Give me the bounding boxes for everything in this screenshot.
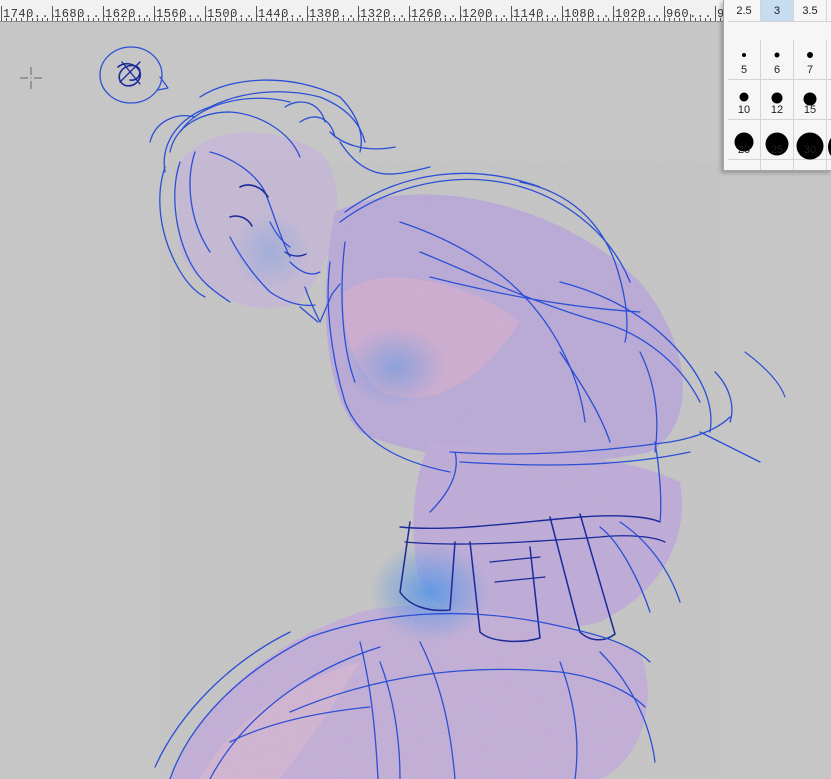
ruler-label: 1140... — [513, 7, 567, 21]
brush-size-option[interactable] — [761, 160, 794, 170]
brush-size-option[interactable]: 30 — [794, 120, 827, 160]
ruler-major-tick — [715, 6, 716, 21]
brush-size-option[interactable]: 12 — [761, 80, 794, 120]
ruler-label: 1260... — [411, 7, 465, 21]
ruler-label: 1080... — [564, 7, 618, 21]
brush-size-label: 25 — [770, 144, 784, 156]
ruler-major-tick — [562, 6, 563, 21]
brush-size-label: 6 — [773, 64, 781, 76]
ruler-major-tick — [307, 6, 308, 21]
ruler-major-tick — [664, 6, 665, 21]
brush-size-option[interactable] — [728, 160, 761, 170]
ruler-label: 1560... — [156, 7, 210, 21]
ruler-label: 1320... — [360, 7, 414, 21]
ruler-label: 1740... — [3, 7, 57, 21]
brush-size-option[interactable] — [827, 160, 831, 170]
brush-size-label: 30 — [803, 144, 817, 156]
brush-dot-icon — [742, 53, 746, 57]
brush-size-option[interactable] — [827, 80, 831, 120]
thought-bubble — [99, 46, 163, 104]
ruler-label: 1200... — [462, 7, 516, 21]
brush-size-option[interactable]: 20 — [728, 120, 761, 160]
brush-size-option[interactable]: 2.5 — [728, 0, 761, 22]
brush-size-label: 10 — [737, 104, 751, 116]
brush-size-label: 5 — [740, 64, 748, 76]
brush-size-label: 3 — [773, 5, 781, 17]
brush-size-label: 20 — [737, 144, 751, 156]
brush-size-label: 7 — [806, 64, 814, 76]
ruler-label: 1680... — [54, 7, 108, 21]
ruler-label: 1020... — [615, 7, 669, 21]
brush-size-option[interactable]: 15 — [794, 80, 827, 120]
grain-texture — [160, 162, 720, 779]
brush-dot-icon — [739, 92, 749, 101]
ruler-label: 1500... — [207, 7, 261, 21]
brush-size-label: 3.5 — [802, 5, 818, 17]
horizontal-ruler: 1740... 1680... 1620... 1560... 1500... 1440.… — [0, 0, 831, 22]
brush-size-option[interactable]: 25 — [761, 120, 794, 160]
brush-size-option[interactable]: 3 — [761, 0, 794, 22]
ruler-major-tick — [205, 6, 206, 21]
brush-dot-icon — [771, 92, 783, 103]
brush-size-option[interactable]: 10 — [728, 80, 761, 120]
brush-size-label: 12 — [770, 104, 784, 116]
ruler-major-tick — [154, 6, 155, 21]
ruler-major-tick — [103, 6, 104, 21]
ruler-major-tick — [460, 6, 461, 21]
brush-size-panel: 2.5 3 3.5 5 6 7 10 12 15 20 25 30 — [723, 0, 831, 171]
ruler-major-tick — [52, 6, 53, 21]
brush-size-option[interactable] — [827, 120, 831, 162]
brush-size-option[interactable]: 6 — [761, 40, 794, 80]
brush-size-label: 2.5 — [736, 5, 752, 17]
brush-size-grid: 2.5 3 3.5 5 6 7 10 12 15 20 25 30 — [728, 0, 831, 170]
brush-size-option[interactable] — [827, 0, 831, 22]
brush-size-option[interactable] — [827, 40, 831, 80]
ruler-label: 1380... — [309, 7, 363, 21]
brush-dot-icon — [807, 52, 813, 58]
ruler-major-tick — [613, 6, 614, 21]
brush-size-option[interactable] — [794, 160, 827, 170]
brush-dot-icon — [774, 52, 780, 58]
ruler-major-tick — [358, 6, 359, 21]
ruler-major-tick — [256, 6, 257, 21]
brush-size-option[interactable]: 7 — [794, 40, 827, 80]
ruler-major-tick — [1, 6, 2, 21]
ruler-label: 960... — [666, 7, 713, 21]
brush-size-option[interactable]: 5 — [728, 40, 761, 80]
brush-size-label: 15 — [803, 104, 817, 116]
ruler-major-tick — [409, 6, 410, 21]
crosshair-cursor-icon — [20, 67, 42, 89]
ruler-label: 1440... — [258, 7, 312, 21]
drawing-canvas[interactable] — [0, 22, 831, 779]
ruler-major-tick — [511, 6, 512, 21]
brush-size-option[interactable]: 3.5 — [794, 0, 827, 22]
ruler-label: 1620... — [105, 7, 159, 21]
